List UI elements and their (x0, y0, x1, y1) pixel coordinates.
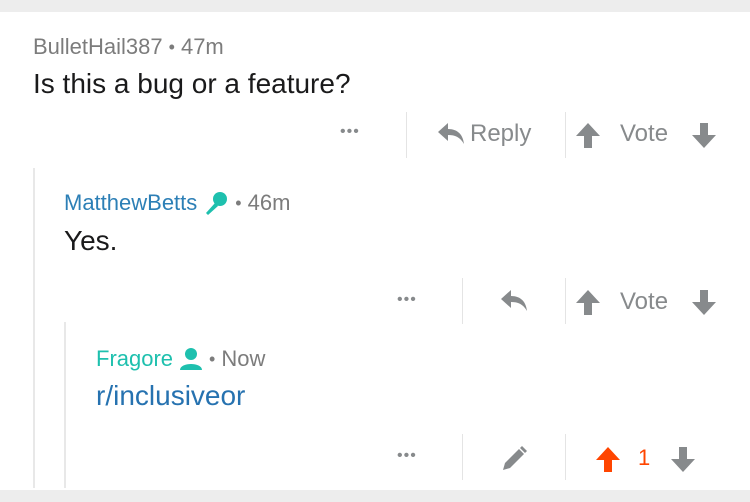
vote-score: 1 (638, 445, 650, 471)
divider (565, 112, 566, 158)
more-options-button[interactable]: ••• (340, 123, 360, 141)
divider (565, 278, 566, 324)
vote-score: Vote (620, 288, 668, 316)
thread-line[interactable] (33, 168, 35, 488)
upvote-button[interactable] (575, 288, 601, 316)
comment-author[interactable]: MatthewBetts (64, 190, 197, 216)
divider (462, 278, 463, 324)
comment-meta: MatthewBetts • 46m (64, 190, 290, 216)
upvote-arrow-icon (575, 121, 601, 149)
comment-thread: BulletHail387 • 47m Is this a bug or a f… (0, 12, 750, 490)
downvote-button[interactable] (691, 288, 717, 316)
reply-button[interactable]: Reply (436, 120, 531, 148)
edit-button[interactable] (500, 445, 528, 473)
comment-meta: Fragore • Now (96, 346, 265, 372)
more-options-label: ••• (397, 291, 417, 308)
more-options-button[interactable]: ••• (397, 447, 417, 465)
upvote-arrow-icon (575, 288, 601, 316)
thread-line[interactable] (64, 322, 66, 488)
downvote-button[interactable] (670, 445, 696, 473)
vote-count: 1 (638, 445, 651, 470)
reply-icon (499, 288, 529, 314)
reply-button[interactable] (499, 288, 529, 314)
comment-age: 47m (180, 34, 224, 59)
divider (462, 434, 463, 480)
upvote-button[interactable] (575, 121, 601, 149)
downvote-arrow-icon (691, 288, 717, 316)
comment-body: Is this a bug or a feature? (33, 68, 351, 99)
downvote-arrow-icon (670, 445, 696, 473)
more-options-label: ••• (397, 447, 417, 464)
downvote-arrow-icon (691, 121, 717, 149)
vote-score: Vote (620, 120, 668, 148)
meta-separator: • (209, 348, 216, 369)
vote-label: Vote (620, 288, 669, 315)
microphone-icon (203, 190, 229, 216)
pencil-icon (500, 445, 528, 473)
downvote-button[interactable] (691, 121, 717, 149)
user-icon (179, 347, 203, 371)
reply-label: Reply (470, 120, 532, 147)
more-options-button[interactable]: ••• (397, 291, 417, 309)
upvote-arrow-icon (595, 445, 621, 473)
upvote-button[interactable] (595, 445, 621, 473)
comment-author[interactable]: BulletHail387 (33, 34, 163, 60)
divider (565, 434, 566, 480)
meta-separator: • (168, 36, 175, 57)
subreddit-link[interactable]: r/inclusiveor (96, 380, 245, 412)
comment-meta: BulletHail387 • 47m (33, 34, 224, 60)
comment-age: 46m (247, 190, 291, 215)
comment-age: Now (221, 346, 266, 371)
reply-icon (436, 121, 466, 147)
comment-author[interactable]: Fragore (96, 346, 173, 372)
more-options-label: ••• (340, 123, 360, 140)
vote-label: Vote (620, 120, 669, 147)
comment-body: Yes. (64, 225, 118, 256)
divider (406, 112, 407, 158)
meta-separator: • (235, 192, 242, 213)
